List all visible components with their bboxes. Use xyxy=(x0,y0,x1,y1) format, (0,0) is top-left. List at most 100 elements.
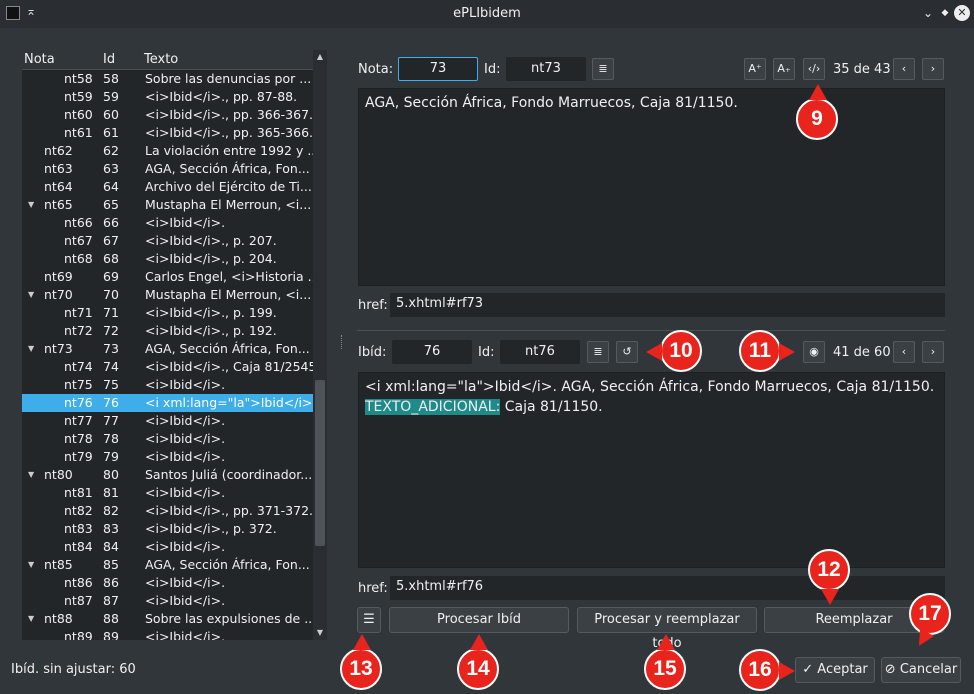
tree-row[interactable]: nt89 89 <i>Ibid</i>. xyxy=(22,628,313,640)
splitter-handle[interactable] xyxy=(341,335,344,349)
close-icon[interactable]: ✕ xyxy=(954,5,970,21)
tree-row[interactable]: nt78 78 <i>Ibid</i>. xyxy=(22,430,313,448)
ibid-text-line2: Caja 81/1150. xyxy=(500,399,603,415)
ibid-id-field[interactable]: nt76 xyxy=(500,340,580,364)
tree-row[interactable]: nt87 87 <i>Ibid</i>. xyxy=(22,592,313,610)
code-view-icon[interactable]: ‹/› xyxy=(803,58,825,80)
aceptar-button[interactable]: ✓ Aceptar xyxy=(795,657,875,683)
ibid-format-icon[interactable]: ≣ xyxy=(587,341,609,363)
tree-row[interactable]: nt77 77 <i>Ibid</i>. xyxy=(22,412,313,430)
expand-arrow-icon[interactable]: ▼ xyxy=(28,200,34,209)
tree-row-texto: <i>Ibid</i>. xyxy=(145,485,226,500)
tree-row[interactable]: ▼ nt80 80 Santos Juliá (coordinador... xyxy=(22,466,313,484)
tree-row[interactable]: ▼ nt65 65 Mustapha El Merroun, <i... xyxy=(22,196,313,214)
tree-row-nota: nt80 xyxy=(44,467,73,482)
scroll-down-icon[interactable]: ▼ xyxy=(313,626,327,640)
tree-row[interactable]: nt75 75 <i>Ibid</i>. xyxy=(22,376,313,394)
nota-text-editor[interactable]: AGA, Sección África, Fondo Marruecos, Ca… xyxy=(358,88,945,286)
tree-scrollbar[interactable]: ▲ ▼ xyxy=(313,50,327,640)
nota-prev-icon[interactable]: ‹ xyxy=(893,58,915,80)
tree-row[interactable]: nt76 76 <i xml:lang="la">Ibid</i>. ... xyxy=(22,394,313,412)
tree-row-texto: <i>Ibid</i>., p. 207. xyxy=(145,233,277,248)
tree-row-texto: <i>Ibid</i>. xyxy=(145,413,226,428)
nota-format-icon[interactable]: ≣ xyxy=(592,58,614,80)
tree-row[interactable]: nt83 83 <i>Ibid</i>., p. 372. xyxy=(22,520,313,538)
tree-row[interactable]: nt58 58 Sobre las denuncias por ... xyxy=(22,70,313,88)
tree-row-nota: nt62 xyxy=(44,143,73,158)
ibid-next-icon[interactable]: › xyxy=(922,341,944,363)
tree-row[interactable]: nt66 66 <i>Ibid</i>. xyxy=(22,214,313,232)
ibid-prev-icon[interactable]: ‹ xyxy=(893,341,915,363)
nota-label: Nota: xyxy=(358,62,394,77)
nota-next-icon[interactable]: › xyxy=(922,58,944,80)
tree-row-id: 85 xyxy=(103,557,119,572)
status-text: Ibíd. sin ajustar: 60 xyxy=(11,662,136,677)
preview-eye-icon[interactable]: ◉ xyxy=(803,341,825,363)
col-id-header[interactable]: Id xyxy=(103,52,115,67)
tree-row-nota: nt70 xyxy=(44,287,73,302)
tree-row-texto: Carlos Engel, <i>Historia ... xyxy=(145,269,313,284)
tree-row[interactable]: nt63 63 AGA, Sección África, Fon... xyxy=(22,160,313,178)
tree-row-texto: Mustapha El Merroun, <i... xyxy=(145,287,312,302)
restore-icon[interactable]: ◆ xyxy=(937,5,953,21)
aceptar-label: Aceptar xyxy=(817,662,868,677)
collapse-icon[interactable]: ⌄ xyxy=(920,5,936,21)
font-increase-icon[interactable]: A⁺ xyxy=(744,58,766,80)
procesar-ibid-button[interactable]: Procesar Ibíd xyxy=(389,607,569,633)
procesar-reemplazar-todo-button[interactable]: Procesar y reemplazar todo xyxy=(577,607,757,651)
col-texto-header[interactable]: Texto xyxy=(144,52,178,67)
tree-row[interactable]: nt82 82 <i>Ibid</i>., pp. 371-372. xyxy=(22,502,313,520)
tree-row[interactable]: nt86 86 <i>Ibid</i>. xyxy=(22,574,313,592)
font-decrease-icon[interactable]: A₊ xyxy=(773,58,795,80)
tree-row-nota: nt71 xyxy=(64,305,93,320)
undo-icon[interactable]: ↺ xyxy=(616,341,638,363)
cancel-icon: ⊘ xyxy=(884,662,896,677)
tree-row-texto: Archivo del Ejército de Ti... xyxy=(145,179,312,194)
nota-id-field[interactable]: nt73 xyxy=(506,57,586,81)
nota-input[interactable]: 73 xyxy=(398,57,478,81)
tree-row[interactable]: nt69 69 Carlos Engel, <i>Historia ... xyxy=(22,268,313,286)
tree-row[interactable]: nt71 71 <i>Ibid</i>., p. 199. xyxy=(22,304,313,322)
nota-href-field[interactable]: 5.xhtml#rf73 xyxy=(390,293,945,317)
expand-arrow-icon[interactable]: ▼ xyxy=(28,614,34,623)
tree-row[interactable]: ▼ nt88 88 Sobre las expulsiones de ... xyxy=(22,610,313,628)
tree-row[interactable]: ▼ nt85 85 AGA, Sección África, Fon... xyxy=(22,556,313,574)
ibid-href-field[interactable]: 5.xhtml#rf76 xyxy=(390,576,945,600)
expand-arrow-icon[interactable]: ▼ xyxy=(28,344,34,353)
tree-row-id: 58 xyxy=(103,71,119,86)
tree-row[interactable]: nt72 72 <i>Ibid</i>., p. 192. xyxy=(22,322,313,340)
tree-row[interactable]: nt60 60 <i>Ibid</i>., pp. 366-367. xyxy=(22,106,313,124)
tree-row-id: 75 xyxy=(103,377,119,392)
menu-icon[interactable]: ☰ xyxy=(357,607,381,633)
col-nota-header[interactable]: Nota xyxy=(24,52,55,67)
tree-row[interactable]: nt74 74 <i>Ibid</i>., Caja 81/2545. xyxy=(22,358,313,376)
tree-row[interactable]: nt79 79 <i>Ibid</i>. xyxy=(22,448,313,466)
ibid-input[interactable]: 76 xyxy=(392,340,472,364)
scroll-thumb[interactable] xyxy=(315,380,325,546)
tree-row[interactable]: nt62 62 La violación entre 1992 y ... xyxy=(22,142,313,160)
annotation-badge-11: 11 xyxy=(739,330,795,372)
ibid-id-label: Id: xyxy=(478,345,495,360)
tree-row[interactable]: ▼ nt73 73 AGA, Sección África, Fon... xyxy=(22,340,313,358)
tree-row-id: 87 xyxy=(103,593,119,608)
tree-row[interactable]: nt68 68 <i>Ibid</i>., p. 204. xyxy=(22,250,313,268)
tree-row[interactable]: nt61 61 <i>Ibid</i>., pp. 365-366. xyxy=(22,124,313,142)
tree-row[interactable]: nt84 84 <i>Ibid</i>. xyxy=(22,538,313,556)
tree-row[interactable]: nt64 64 Archivo del Ejército de Ti... xyxy=(22,178,313,196)
tree-row-texto: <i>Ibid</i>., p. 372. xyxy=(145,521,277,536)
expand-arrow-icon[interactable]: ▼ xyxy=(28,470,34,479)
tree-row[interactable]: nt67 67 <i>Ibid</i>., p. 207. xyxy=(22,232,313,250)
tree-row[interactable]: ▼ nt70 70 Mustapha El Merroun, <i... xyxy=(22,286,313,304)
tree-row-id: 82 xyxy=(103,503,119,518)
expand-arrow-icon[interactable]: ▼ xyxy=(28,560,34,569)
tree-row-id: 66 xyxy=(103,215,119,230)
ibid-text-editor[interactable]: <i xml:lang="la">Ibid</i>. AGA, Sección … xyxy=(358,372,945,568)
title-bar: ⌅ ePLIbidem ⌄ ◆ ✕ xyxy=(0,0,974,28)
cancelar-button[interactable]: ⊘ Cancelar xyxy=(881,657,961,683)
tree-row[interactable]: nt81 81 <i>Ibid</i>. xyxy=(22,484,313,502)
tree-row[interactable]: nt59 59 <i>Ibid</i>., pp. 87-88. xyxy=(22,88,313,106)
expand-arrow-icon[interactable]: ▼ xyxy=(28,290,34,299)
tree-row-id: 64 xyxy=(103,179,119,194)
ibid-counter: 41 de 60 xyxy=(833,345,891,360)
scroll-up-icon[interactable]: ▲ xyxy=(313,50,327,64)
